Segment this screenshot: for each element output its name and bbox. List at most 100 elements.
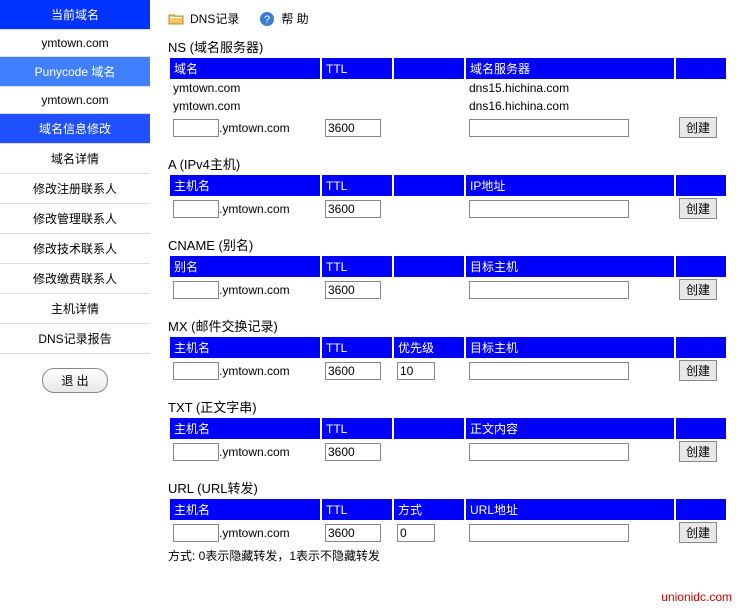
sidebar: 当前域名 ymtown.com Punycode 域名 ymtown.com 域…	[0, 0, 150, 586]
mx-col-target: 目标主机	[466, 337, 674, 358]
nav-edit-registrant[interactable]: 修改注册联系人	[0, 174, 150, 204]
txt-col-blank	[394, 418, 464, 439]
txt-title: TXT (正文字串)	[168, 397, 728, 416]
nav-punycode-header: Punycode 域名	[0, 57, 150, 87]
url-col-ttl: TTL	[322, 499, 392, 520]
section-a: A (IPv4主机) 主机名 TTL IP地址 .ymtown.com 创建	[168, 154, 728, 221]
ns-create-button[interactable]: 创建	[679, 117, 717, 138]
nav-domain-value[interactable]: ymtown.com	[0, 30, 150, 57]
ns-col-action	[676, 58, 726, 79]
txt-create-button[interactable]: 创建	[679, 441, 717, 462]
cname-table: 别名 TTL 目标主机 .ymtown.com 创建	[168, 256, 728, 302]
nav-edit-tech[interactable]: 修改技术联系人	[0, 234, 150, 264]
a-input-row: .ymtown.com 创建	[170, 196, 726, 221]
txt-content-input[interactable]	[469, 443, 629, 461]
ns-ttl-input[interactable]	[325, 119, 381, 137]
txt-input-row: .ymtown.com 创建	[170, 439, 726, 464]
topbar-help[interactable]: ? 帮 助	[259, 10, 308, 27]
nav-dns-report[interactable]: DNS记录报告	[0, 324, 150, 354]
ns-row-domain: ymtown.com	[170, 97, 320, 115]
mx-col-host: 主机名	[170, 337, 320, 358]
url-col-host: 主机名	[170, 499, 320, 520]
url-host-input[interactable]	[173, 524, 219, 542]
cname-col-ttl: TTL	[322, 256, 392, 277]
txt-col-ttl: TTL	[322, 418, 392, 439]
url-mode-input[interactable]	[397, 524, 435, 542]
mx-col-action	[676, 337, 726, 358]
a-col-ttl: TTL	[322, 175, 392, 196]
ns-col-server: 域名服务器	[466, 58, 674, 79]
nav-domain-details[interactable]: 域名详情	[0, 144, 150, 174]
domain-suffix: .ymtown.com	[219, 526, 290, 540]
a-create-button[interactable]: 创建	[679, 198, 717, 219]
txt-col-host: 主机名	[170, 418, 320, 439]
logout-button[interactable]: 退 出	[42, 368, 107, 393]
txt-table: 主机名 TTL 正文内容 .ymtown.com 创建	[168, 418, 728, 464]
ns-input-row: .ymtown.com 创建	[170, 115, 726, 140]
table-row: ymtown.com dns15.hichina.com	[170, 79, 726, 97]
nav-current-domain: 当前域名	[0, 0, 150, 30]
nav-edit-billing[interactable]: 修改缴费联系人	[0, 264, 150, 294]
nav-edit-admin[interactable]: 修改管理联系人	[0, 204, 150, 234]
url-col-mode: 方式	[394, 499, 464, 520]
watermark: unionidc.com	[0, 586, 738, 608]
mx-target-input[interactable]	[469, 362, 629, 380]
cname-col-blank	[394, 256, 464, 277]
cname-col-action	[676, 256, 726, 277]
ns-col-domain: 域名	[170, 58, 320, 79]
domain-suffix: .ymtown.com	[219, 283, 290, 297]
section-url: URL (URL转发) 主机名 TTL 方式 URL地址 .ymtown.com…	[168, 478, 728, 564]
url-col-action	[676, 499, 726, 520]
url-col-address: URL地址	[466, 499, 674, 520]
url-table: 主机名 TTL 方式 URL地址 .ymtown.com 创建	[168, 499, 728, 545]
mx-col-priority: 优先级	[394, 337, 464, 358]
txt-ttl-input[interactable]	[325, 443, 381, 461]
url-address-input[interactable]	[469, 524, 629, 542]
ns-row-server: dns15.hichina.com	[466, 79, 674, 97]
ns-table: 域名 TTL 域名服务器 ymtown.com dns15.hichina.co…	[168, 58, 728, 140]
url-footnote: 方式: 0表示隐藏转发，1表示不隐藏转发	[168, 545, 728, 564]
mx-priority-input[interactable]	[397, 362, 435, 380]
mx-create-button[interactable]: 创建	[679, 360, 717, 381]
mx-ttl-input[interactable]	[325, 362, 381, 380]
help-icon: ?	[259, 11, 275, 27]
cname-alias-input[interactable]	[173, 281, 219, 299]
mx-title: MX (邮件交换记录)	[168, 316, 728, 335]
a-title: A (IPv4主机)	[168, 154, 728, 173]
cname-target-input[interactable]	[469, 281, 629, 299]
a-col-host: 主机名	[170, 175, 320, 196]
cname-col-target: 目标主机	[466, 256, 674, 277]
txt-host-input[interactable]	[173, 443, 219, 461]
url-ttl-input[interactable]	[325, 524, 381, 542]
cname-input-row: .ymtown.com 创建	[170, 277, 726, 302]
table-row: ymtown.com dns16.hichina.com	[170, 97, 726, 115]
svg-text:?: ?	[264, 14, 270, 26]
a-host-input[interactable]	[173, 200, 219, 218]
ns-subdomain-input[interactable]	[173, 119, 219, 137]
a-ip-input[interactable]	[469, 200, 629, 218]
a-table: 主机名 TTL IP地址 .ymtown.com 创建	[168, 175, 728, 221]
ns-col-blank	[394, 58, 464, 79]
topbar: DNS记录 ? 帮 助	[168, 8, 728, 37]
url-input-row: .ymtown.com 创建	[170, 520, 726, 545]
domain-suffix: .ymtown.com	[219, 202, 290, 216]
ns-col-ttl: TTL	[322, 58, 392, 79]
nav-punycode-value[interactable]: ymtown.com	[0, 87, 150, 114]
domain-suffix: .ymtown.com	[219, 121, 290, 135]
mx-host-input[interactable]	[173, 362, 219, 380]
section-ns: NS (域名服务器) 域名 TTL 域名服务器 ymtown.com dns15…	[168, 37, 728, 140]
mx-table: 主机名 TTL 优先级 目标主机 .ymtown.com 创建	[168, 337, 728, 383]
a-ttl-input[interactable]	[325, 200, 381, 218]
a-col-blank	[394, 175, 464, 196]
domain-suffix: .ymtown.com	[219, 364, 290, 378]
cname-create-button[interactable]: 创建	[679, 279, 717, 300]
a-col-action	[676, 175, 726, 196]
cname-col-alias: 别名	[170, 256, 320, 277]
nav-host-details[interactable]: 主机详情	[0, 294, 150, 324]
ns-server-input[interactable]	[469, 119, 629, 137]
cname-ttl-input[interactable]	[325, 281, 381, 299]
folder-icon	[168, 11, 184, 27]
url-create-button[interactable]: 创建	[679, 522, 717, 543]
ns-row-domain: ymtown.com	[170, 79, 320, 97]
topbar-dns-records[interactable]: DNS记录	[168, 10, 239, 27]
